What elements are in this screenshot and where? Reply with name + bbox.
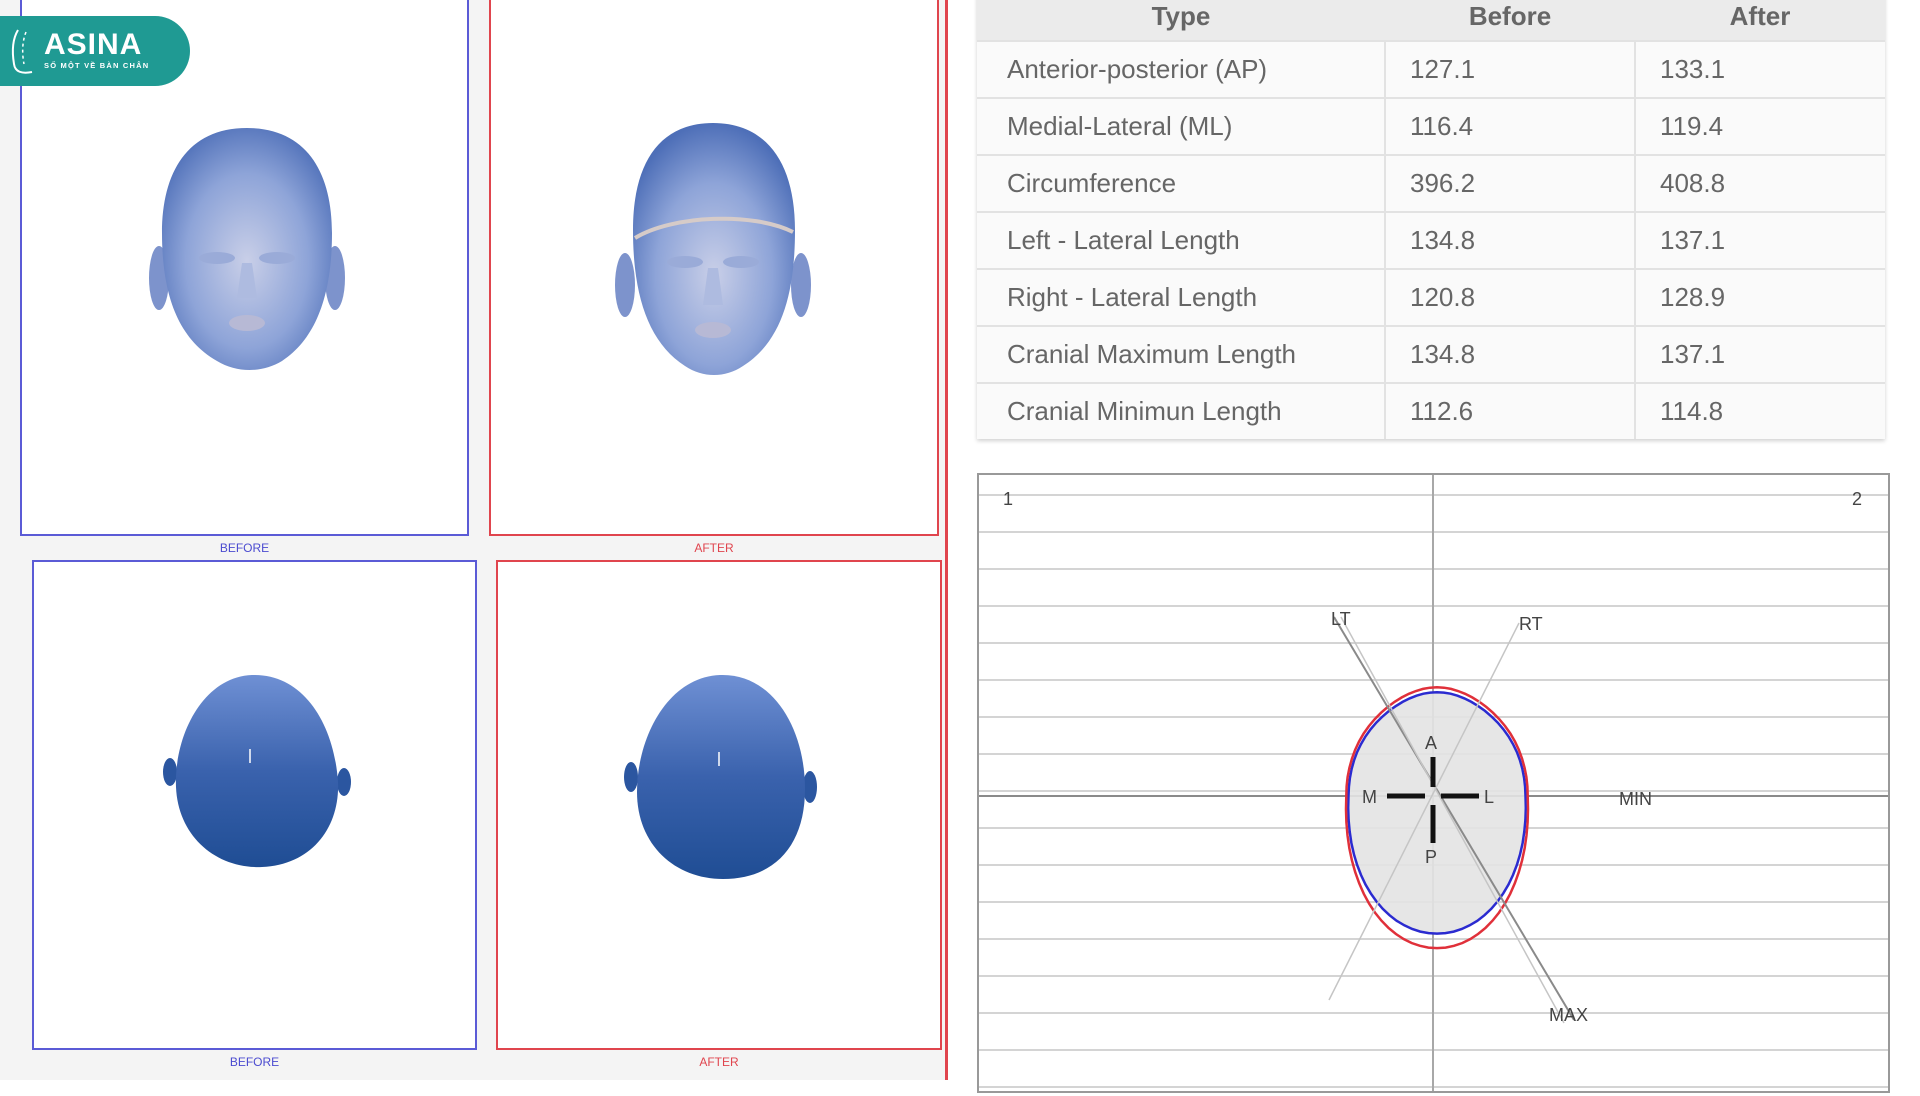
measurement-table: Type Before After Anterior-posterior (AP… xyxy=(977,0,1885,439)
cell-before: 134.8 xyxy=(1384,325,1635,383)
cell-before: 127.1 xyxy=(1384,40,1635,98)
cell-type: Medial-Lateral (ML) xyxy=(977,97,1385,155)
chart-canvas: 1 2 A P M L LT RT MIN MAX xyxy=(979,475,1888,1091)
quadrant-label-1: 1 xyxy=(1003,489,1013,509)
cell-before: 396.2 xyxy=(1384,154,1635,212)
label-posterior: P xyxy=(1425,847,1437,867)
brand-tagline: SỐ MỘT VỀ BÀN CHÂN xyxy=(44,61,150,70)
quadrant-label-2: 2 xyxy=(1852,489,1862,509)
table-row: Right - Lateral Length 120.8 128.9 xyxy=(977,268,1885,326)
top-before-caption: BEFORE xyxy=(229,1055,280,1069)
table-header-row: Type Before After xyxy=(977,0,1885,41)
col-header-before: Before xyxy=(1385,0,1635,41)
cell-after: 128.9 xyxy=(1634,268,1885,326)
table-row: Cranial Maximum Length 134.8 137.1 xyxy=(977,325,1885,383)
table-row: Anterior-posterior (AP) 127.1 133.1 xyxy=(977,40,1885,98)
label-lt: LT xyxy=(1331,609,1351,629)
top-after-caption: AFTER xyxy=(699,1055,739,1069)
foot-icon xyxy=(11,29,33,74)
cell-after: 119.4 xyxy=(1634,97,1885,155)
label-lateral: L xyxy=(1484,787,1494,807)
table-row: Left - Lateral Length 134.8 137.1 xyxy=(977,211,1885,269)
face-scan-after xyxy=(613,120,813,380)
brand-name: ASINA xyxy=(44,28,143,61)
cell-type: Cranial Maximum Length xyxy=(977,325,1385,383)
cell-before: 112.6 xyxy=(1384,382,1635,439)
cell-type: Right - Lateral Length xyxy=(977,268,1385,326)
cell-type: Left - Lateral Length xyxy=(977,211,1385,269)
cell-after: 408.8 xyxy=(1634,154,1885,212)
top-view-before-panel[interactable] xyxy=(32,560,477,1050)
label-max: MAX xyxy=(1549,1005,1588,1025)
cell-after: 137.1 xyxy=(1634,211,1885,269)
top-scan-before xyxy=(162,667,352,877)
cell-before: 134.8 xyxy=(1384,211,1635,269)
head-shape-chart: 1 2 A P M L LT RT MIN MAX xyxy=(977,473,1890,1093)
table-row: Cranial Minimun Length 112.6 114.8 xyxy=(977,382,1885,439)
cell-after: 133.1 xyxy=(1634,40,1885,98)
section-divider xyxy=(945,0,948,1080)
label-min: MIN xyxy=(1619,789,1652,809)
cell-after: 114.8 xyxy=(1634,382,1885,439)
front-before-caption: BEFORE xyxy=(219,541,270,555)
cell-after: 137.1 xyxy=(1634,325,1885,383)
table-row: Circumference 396.2 408.8 xyxy=(977,154,1885,212)
cell-type: Cranial Minimun Length xyxy=(977,382,1385,439)
col-header-after: After xyxy=(1635,0,1885,41)
label-rt: RT xyxy=(1519,614,1543,634)
label-medial: M xyxy=(1362,787,1377,807)
top-view-after-panel[interactable] xyxy=(496,560,942,1050)
cell-type: Circumference xyxy=(977,154,1385,212)
top-scan-after xyxy=(623,667,818,887)
before-outline xyxy=(1346,690,1528,935)
face-scan-before xyxy=(147,123,347,373)
brand-logo: ASINA SỐ MỘT VỀ BÀN CHÂN xyxy=(0,16,190,86)
cell-before: 116.4 xyxy=(1384,97,1635,155)
label-anterior: A xyxy=(1425,733,1437,753)
front-after-caption: AFTER xyxy=(694,541,734,555)
cell-before: 120.8 xyxy=(1384,268,1635,326)
col-header-type: Type xyxy=(977,0,1385,41)
table-row: Medial-Lateral (ML) 116.4 119.4 xyxy=(977,97,1885,155)
cell-type: Anterior-posterior (AP) xyxy=(977,40,1385,98)
front-view-after-panel[interactable] xyxy=(489,0,939,536)
